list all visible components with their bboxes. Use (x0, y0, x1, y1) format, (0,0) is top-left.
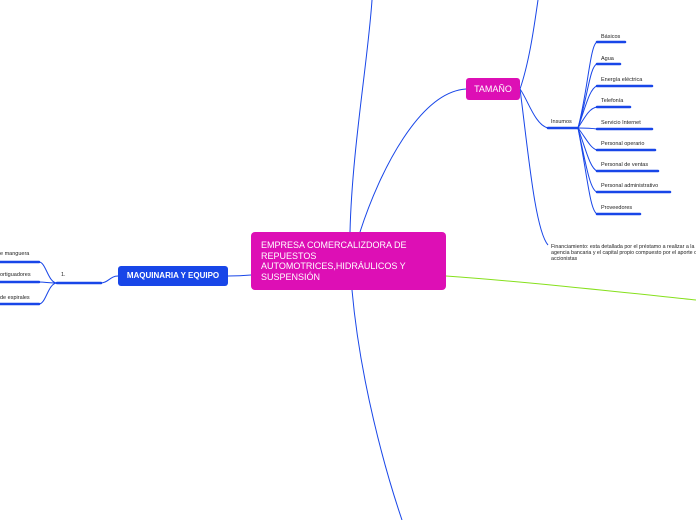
connector-maquinaria-number (100, 275, 119, 284)
topic-maquinaria-label: MAQUINARIA Y EQUIPO (126, 271, 220, 280)
maquinaria-item-amortiguadores[interactable]: ortiguadores (0, 272, 31, 278)
connector-tamano-up (519, 0, 539, 90)
maquinaria-item-espirales[interactable]: de espirales (0, 295, 30, 301)
insumo-agua[interactable]: Agua (601, 56, 614, 62)
connector-tamano-financiamiento (519, 88, 549, 246)
maquinaria-item-manguera[interactable]: e manguera (0, 251, 29, 257)
insumo-basicos[interactable]: Básicos (601, 34, 620, 40)
subtopic-insumos[interactable]: Insumos (551, 119, 572, 125)
connector-central-top (349, 0, 373, 233)
insumo-proveedores[interactable]: Proveedores (601, 205, 632, 211)
connector-central-bottom (351, 289, 403, 520)
connector-central-tamano (359, 88, 467, 233)
topic-maquinaria-equipo[interactable]: MAQUINARIA Y EQUIPO (118, 266, 228, 286)
maquinaria-number[interactable]: 1. (61, 272, 66, 278)
connector-central-green (445, 275, 696, 301)
topic-tamano-label: TAMAÑO (474, 84, 512, 94)
central-topic-label: EMPRESA COMERCALIZDORA DE REPUESTOS AUTO… (261, 240, 407, 282)
insumo-energia-electrica[interactable]: Energía eléctrica (601, 77, 642, 83)
insumo-personal-ventas[interactable]: Personal de ventas (601, 162, 648, 168)
insumo-personal-operario[interactable]: Personal operario (601, 141, 644, 147)
topic-tamano[interactable]: TAMAÑO (466, 78, 520, 100)
maquinaria-connectors (38, 261, 58, 305)
central-topic[interactable]: EMPRESA COMERCALIZDORA DE REPUESTOS AUTO… (251, 232, 446, 290)
subtopic-financiamiento[interactable]: Financiamiento: esta detallada por el pr… (551, 244, 696, 263)
insumos-connectors (577, 41, 598, 215)
insumo-personal-administrativo[interactable]: Personal administrativo (601, 183, 658, 189)
connector-central-maquinaria (227, 274, 252, 277)
insumo-telefonia[interactable]: Telefonía (601, 98, 623, 104)
insumo-servicio-internet[interactable]: Servicio Internet (601, 120, 641, 126)
